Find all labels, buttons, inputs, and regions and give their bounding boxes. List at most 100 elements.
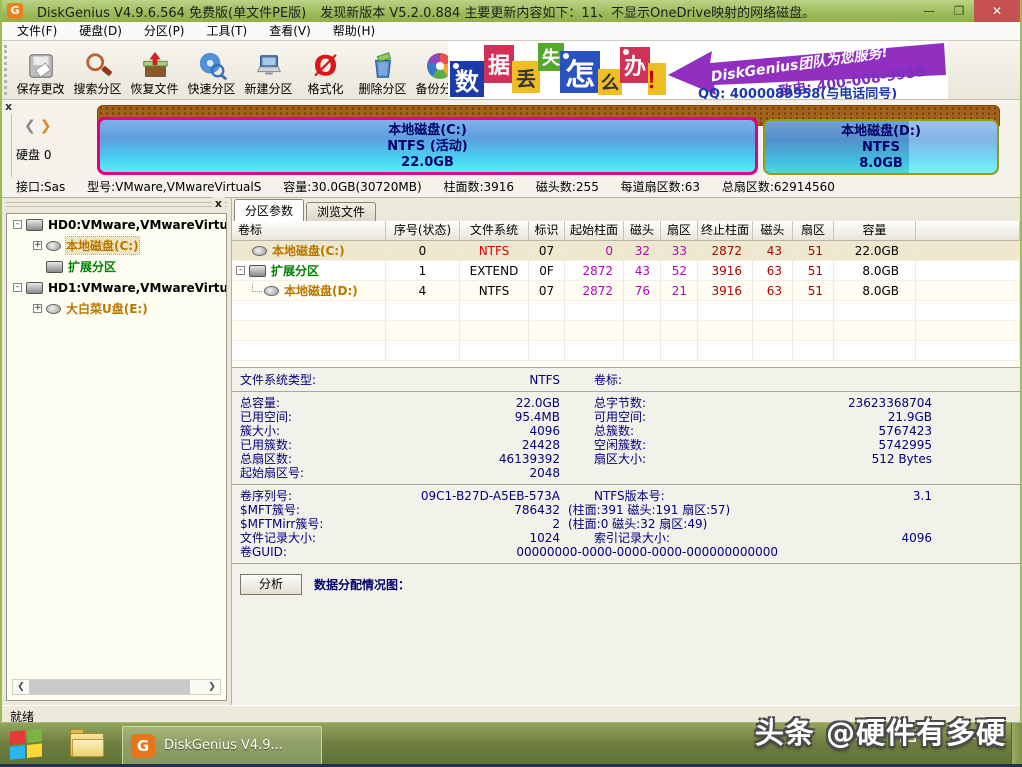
detail-row: $MFTMirr簇号: 2 (柱面:0 磁头:32 扇区:49): [232, 517, 1020, 531]
tree-node-hd1[interactable]: - HD1:VMware,VMwareVirtualS: [7, 277, 226, 298]
row-label: 扩展分区: [271, 261, 319, 281]
new-partition-button[interactable]: 新建分区: [240, 41, 297, 99]
cell-end-head: 63: [753, 281, 793, 301]
quick-partition-button[interactable]: 快速分区: [183, 41, 240, 99]
scroll-right-arrow-icon[interactable]: ❯: [204, 680, 220, 694]
diskgenius-taskbar-button[interactable]: G DiskGenius V4.9...: [122, 726, 322, 765]
scrollbar-thumb[interactable]: [29, 680, 190, 694]
collapse-icon[interactable]: -: [236, 266, 245, 275]
hard-drive-icon: [26, 219, 43, 231]
tree-node-extended[interactable]: 扩展分区: [7, 256, 226, 277]
detail-value: 4096: [348, 424, 560, 438]
cell-start-head: 76: [624, 281, 661, 301]
disk-info-interface: 接口:Sas: [16, 180, 65, 194]
detail-value: 95.4MB: [348, 410, 560, 424]
detail-value: 4096: [724, 531, 932, 545]
collapse-icon[interactable]: -: [13, 220, 22, 229]
menu-partition[interactable]: 分区(P): [133, 22, 196, 40]
cell-seq: 0: [386, 241, 460, 261]
cell-end-sec: 51: [793, 241, 834, 261]
disk-tree: - HD0:VMware,VMwareVirtualS + 本地磁盘(C:) 扩…: [6, 213, 227, 701]
tree-node-local-c[interactable]: + 本地磁盘(C:): [7, 235, 226, 256]
show-desktop-button[interactable]: [1011, 723, 1022, 767]
cell-start-head: 43: [624, 261, 661, 281]
ad-banner[interactable]: 数 据 丢 失 怎 么 办 ！ DiskGenius团队为您服务! 致电: 40…: [448, 41, 948, 99]
detail-label: 文件系统类型:: [232, 373, 348, 387]
start-button[interactable]: [10, 728, 44, 762]
scroll-left-arrow-icon[interactable]: ❮: [13, 680, 29, 694]
col-start-cylinder[interactable]: 起始柱面: [565, 221, 624, 241]
ad-tile: 么: [598, 69, 622, 95]
detail-label: 总容量:: [232, 396, 348, 410]
file-explorer-taskbar-button[interactable]: [68, 729, 108, 761]
col-end-head[interactable]: 磁头: [753, 221, 793, 241]
recover-files-label: 恢复文件: [130, 82, 178, 96]
table-row-local-c[interactable]: 本地磁盘(C:) 0 NTFS 07 0 32 33 2872 43 51 22…: [232, 241, 1020, 261]
disk-panel: x ❮❯ 硬盘 0 本地磁盘(C:) NTFS (活动) 22.0GB 本地磁盘…: [2, 100, 1020, 198]
recover-files-button[interactable]: 恢复文件: [126, 41, 183, 99]
table-row-extended[interactable]: - 扩展分区 1 EXTEND 0F 2872 43 52 3916 63 51…: [232, 261, 1020, 281]
format-icon: Ø: [310, 50, 342, 82]
col-capacity[interactable]: 容量: [834, 221, 916, 241]
table-empty-row: [232, 341, 1020, 361]
minimize-button[interactable]: —: [914, 0, 944, 22]
menu-view[interactable]: 查看(V): [258, 22, 322, 40]
toolbar-grip: [4, 45, 12, 95]
col-end-cylinder[interactable]: 终止柱面: [698, 221, 753, 241]
tree-node-usb-e[interactable]: + 大白菜U盘(E:): [7, 298, 226, 319]
table-row-local-d[interactable]: 本地磁盘(D:) 4 NTFS 07 2872 76 21 3916 63 51…: [232, 281, 1020, 301]
menu-disk[interactable]: 硬盘(D): [68, 22, 133, 40]
detail-value: 2: [348, 517, 560, 531]
collapse-icon[interactable]: -: [13, 283, 22, 292]
detail-label: $MFTMirr簇号:: [232, 517, 348, 531]
tab-browse-files[interactable]: 浏览文件: [306, 202, 376, 221]
disk-panel-close-icon[interactable]: x: [5, 100, 12, 113]
tree-node-hd0[interactable]: - HD0:VMware,VMwareVirtualS: [7, 214, 226, 235]
new-partition-icon: [253, 50, 285, 82]
content-panel: 分区参数 浏览文件 卷标 序号(状态) 文件系统 标识 起始柱面 磁头 扇区 终…: [232, 198, 1020, 705]
col-seq-status[interactable]: 序号(状态): [386, 221, 460, 241]
prev-disk-arrow-icon[interactable]: ❮: [24, 118, 40, 134]
detail-value: 3.1: [724, 489, 932, 503]
analyze-button[interactable]: 分析: [240, 574, 302, 595]
row-label-cell: 本地磁盘(D:): [232, 281, 386, 301]
search-partition-button[interactable]: 搜索分区: [69, 41, 126, 99]
col-id[interactable]: 标识: [529, 221, 565, 241]
ad-tile: 丢: [512, 61, 540, 93]
save-changes-button[interactable]: 保存更改: [12, 41, 69, 99]
disk-number-label: 硬盘 0: [16, 146, 51, 163]
menu-file[interactable]: 文件(F): [6, 22, 68, 40]
partition-icon: [264, 286, 279, 296]
col-filesystem[interactable]: 文件系统: [460, 221, 529, 241]
restore-button[interactable]: ❐: [944, 0, 974, 22]
col-start-head[interactable]: 磁头: [624, 221, 661, 241]
disk-info-model: 型号:VMware,VMwareVirtualS: [87, 180, 261, 194]
menu-help[interactable]: 帮助(H): [322, 22, 386, 40]
expand-icon[interactable]: +: [33, 241, 42, 250]
tree-panel-close-icon[interactable]: x: [212, 197, 225, 210]
format-button[interactable]: Ø 格式化: [297, 41, 354, 99]
ad-qq: QQ: 4000089958(与电话同号): [698, 83, 897, 99]
cell-capacity: 8.0GB: [834, 281, 916, 301]
menu-tools[interactable]: 工具(T): [196, 22, 259, 40]
detail-value: 5767423: [724, 424, 932, 438]
detail-value: 22.0GB: [348, 396, 560, 410]
delete-partition-button[interactable]: 删除分区: [354, 41, 411, 99]
partition-box-c[interactable]: 本地磁盘(C:) NTFS (活动) 22.0GB: [97, 117, 758, 175]
col-volume-label[interactable]: 卷标: [232, 221, 386, 241]
tree-horizontal-scrollbar[interactable]: ❮ ❯: [12, 679, 221, 695]
next-disk-arrow-icon[interactable]: ❯: [40, 118, 56, 134]
close-button[interactable]: ✕: [974, 0, 1020, 22]
tab-partition-parameters[interactable]: 分区参数: [234, 199, 304, 221]
disk-nav: ❮❯: [24, 118, 55, 134]
partition-icon: [46, 304, 61, 314]
expand-icon[interactable]: +: [33, 304, 42, 313]
col-end-sector[interactable]: 扇区: [793, 221, 834, 241]
cell-end-cyl: 3916: [698, 281, 753, 301]
window-title-update-notice: 发现新版本 V5.2.0.884 主要更新内容如下：11、不显示OneDrive…: [320, 6, 815, 21]
detail-row: 已用空间: 95.4MB 可用空间: 21.9GB: [232, 410, 1020, 424]
detail-value: 46139392: [348, 452, 560, 466]
col-start-sector[interactable]: 扇区: [661, 221, 698, 241]
partition-box-d[interactable]: 本地磁盘(D:) NTFS 8.0GB: [763, 119, 999, 175]
detail-value: 2048: [348, 466, 560, 480]
